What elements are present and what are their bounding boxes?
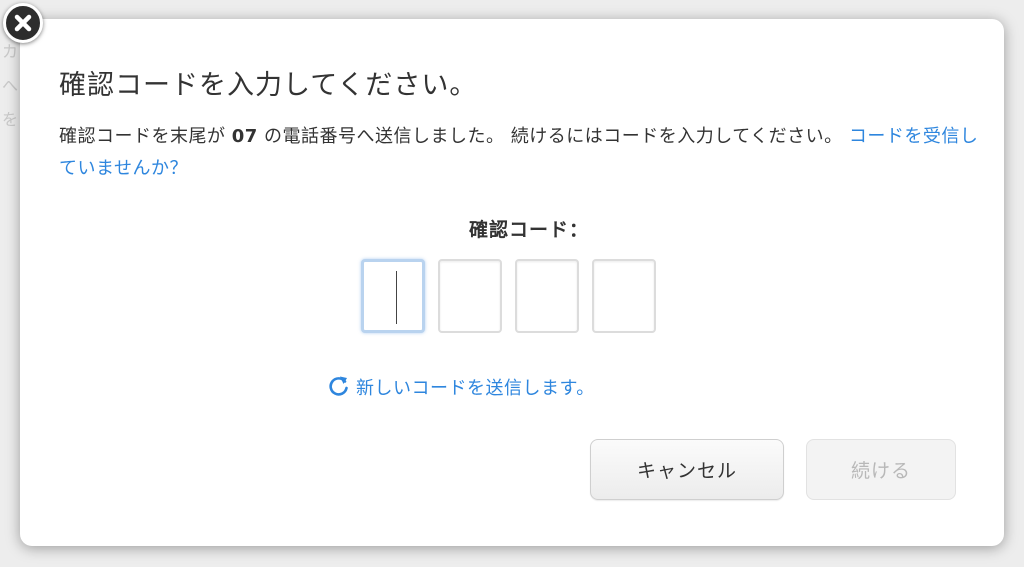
- text-caret: [396, 271, 397, 324]
- background-glyph: へ: [2, 76, 19, 95]
- code-digit-input-2[interactable]: [438, 259, 502, 333]
- code-digit-input-4[interactable]: [592, 259, 656, 333]
- code-digit-input-1[interactable]: [361, 259, 425, 333]
- code-digit-input-3[interactable]: [515, 259, 579, 333]
- continue-label: 続ける: [850, 460, 911, 482]
- code-label: 確認コード：: [468, 219, 589, 241]
- description-text-continued: の電話番号へ送信しました。 続けるにはコードを入力してください。: [257, 126, 849, 147]
- refresh-icon: [328, 373, 350, 402]
- description-text: 確認コードを末尾が: [59, 126, 232, 147]
- dialog-title: 確認コードを入力してください。: [59, 70, 478, 101]
- dialog-description: 確認コードを末尾が 07 の電話番号へ送信しました。 続けるにはコードを入力して…: [59, 121, 979, 185]
- continue-button[interactable]: 続ける: [806, 439, 956, 500]
- close-icon: [14, 14, 32, 32]
- verification-dialog: 確認コードを入力してください。 確認コードを末尾が 07 の電話番号へ送信しまし…: [20, 19, 1004, 546]
- phone-suffix: 07: [231, 126, 258, 147]
- cancel-label: キャンセル: [636, 460, 737, 482]
- close-button[interactable]: [3, 3, 43, 43]
- resend-label: 新しいコードを送信します。: [356, 378, 595, 399]
- cancel-button[interactable]: キャンセル: [590, 439, 784, 500]
- background-glyph: を: [2, 110, 19, 129]
- resend-code-link[interactable]: 新しいコードを送信します。: [328, 373, 595, 401]
